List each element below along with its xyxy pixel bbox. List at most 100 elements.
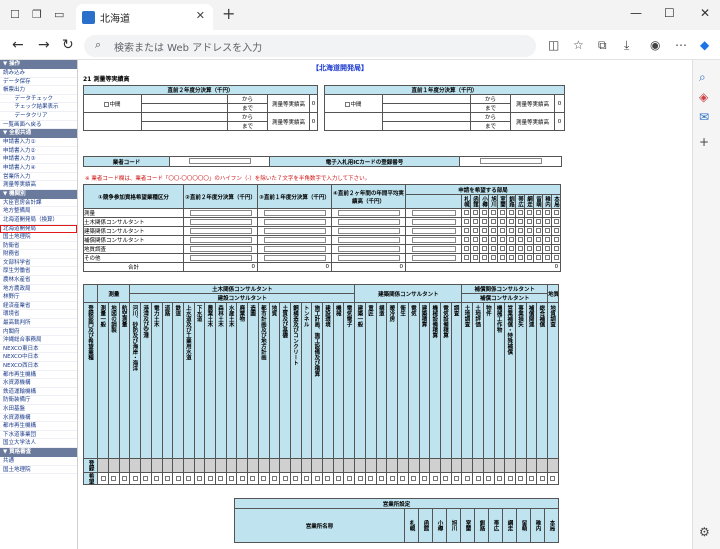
collections-icon[interactable]: ⧉	[598, 38, 607, 53]
license-wish-checkbox[interactable]	[164, 475, 170, 481]
license-wish-checkbox[interactable]	[379, 475, 385, 481]
sidebar-item-agency-25[interactable]: 水田基盤	[0, 405, 77, 414]
sidebar-item-clear[interactable]: データクリア	[0, 112, 77, 121]
amount-input[interactable]	[263, 209, 326, 216]
forward-icon[interactable]: →	[38, 37, 50, 53]
license-wish-checkbox[interactable]	[186, 475, 192, 481]
dept-checkbox[interactable]	[526, 237, 532, 242]
dept-checkbox[interactable]	[490, 219, 496, 224]
dept-checkbox[interactable]	[499, 246, 505, 251]
average-input[interactable]	[411, 227, 456, 234]
license-wish-checkbox[interactable]	[207, 475, 213, 481]
license-wish-checkbox[interactable]	[550, 475, 556, 481]
dept-checkbox[interactable]	[463, 255, 469, 260]
dept-checkbox[interactable]	[553, 237, 559, 242]
license-wish-checkbox[interactable]	[336, 475, 342, 481]
average-input[interactable]	[411, 209, 456, 216]
amount-input[interactable]	[189, 236, 252, 243]
license-wish-checkbox[interactable]	[122, 475, 128, 481]
amount-input[interactable]	[189, 245, 252, 252]
dept-checkbox[interactable]	[544, 219, 550, 224]
license-wish-checkbox[interactable]	[389, 475, 395, 481]
dept-checkbox[interactable]	[481, 246, 487, 251]
sidebar-item-agency-29[interactable]: 国立大学法人	[0, 439, 77, 448]
amount-input[interactable]	[189, 209, 252, 216]
sidebar-item-save[interactable]: データ保存	[0, 78, 77, 87]
dept-checkbox[interactable]	[508, 237, 514, 242]
favorites-icon[interactable]: ☆	[573, 38, 584, 52]
dept-checkbox[interactable]	[463, 246, 469, 251]
ic-card-input[interactable]	[479, 158, 542, 165]
dept-checkbox[interactable]	[463, 228, 469, 233]
license-wish-checkbox[interactable]	[421, 475, 427, 481]
sidebar-item-agency-15[interactable]: 最高裁判所	[0, 319, 77, 328]
dept-checkbox[interactable]	[472, 210, 478, 215]
dept-checkbox[interactable]	[517, 237, 523, 242]
dept-checkbox[interactable]	[508, 255, 514, 260]
dept-checkbox[interactable]	[517, 210, 523, 215]
shopping-icon[interactable]: ◈	[699, 90, 708, 104]
average-input[interactable]	[411, 236, 456, 243]
sidebar-item-agency-12[interactable]: 林野庁	[0, 293, 77, 302]
dept-checkbox[interactable]	[553, 210, 559, 215]
tab-actions-icon[interactable]: ▭	[54, 8, 64, 21]
sidebar-item-print[interactable]: 帳票出力	[0, 86, 77, 95]
sidebar-item-form3[interactable]: 申請書入力③	[0, 155, 77, 164]
sidebar-item-agency-19[interactable]: NEXCO中日本	[0, 353, 77, 362]
license-wish-checkbox[interactable]	[100, 475, 106, 481]
dept-checkbox[interactable]	[508, 219, 514, 224]
dept-checkbox[interactable]	[517, 246, 523, 251]
dept-checkbox[interactable]	[490, 228, 496, 233]
dept-checkbox[interactable]	[535, 246, 541, 251]
dept-checkbox[interactable]	[553, 255, 559, 260]
dept-checkbox[interactable]	[472, 255, 478, 260]
dept-checkbox[interactable]	[544, 210, 550, 215]
browser-tab[interactable]: 北海道 ✕	[76, 4, 213, 30]
dept-checkbox[interactable]	[535, 237, 541, 242]
sidebar-item-agency-9[interactable]: 厚生労働省	[0, 267, 77, 277]
amount-input[interactable]	[337, 236, 400, 243]
license-wish-checkbox[interactable]	[132, 475, 138, 481]
dept-checkbox[interactable]	[481, 228, 487, 233]
license-wish-checkbox[interactable]	[486, 475, 492, 481]
dept-checkbox[interactable]	[481, 255, 487, 260]
license-wish-checkbox[interactable]	[282, 475, 288, 481]
dept-checkbox[interactable]	[526, 255, 532, 260]
sidebar-item-agency-1[interactable]: 大臣官房会計課	[0, 199, 77, 208]
dept-checkbox[interactable]	[535, 228, 541, 233]
sidebar-item-agency-28[interactable]: 下水道事業団	[0, 431, 77, 440]
amount-input[interactable]	[189, 227, 252, 234]
window-close-button[interactable]: ✕	[700, 6, 710, 20]
sidebar-item-form1[interactable]: 申請書入力①	[0, 138, 77, 147]
license-wish-checkbox[interactable]	[261, 475, 267, 481]
sidebar-item-qual-gsi[interactable]: 国土地理院	[0, 466, 77, 475]
sidebar-item-agency-21[interactable]: 都市再生機構	[0, 371, 77, 380]
dept-checkbox[interactable]	[544, 255, 550, 260]
license-wish-checkbox[interactable]	[154, 475, 160, 481]
dept-checkbox[interactable]	[535, 219, 541, 224]
dept-checkbox[interactable]	[490, 237, 496, 242]
license-wish-checkbox[interactable]	[475, 475, 481, 481]
license-wish-checkbox[interactable]	[432, 475, 438, 481]
license-wish-checkbox[interactable]	[454, 475, 460, 481]
dept-checkbox[interactable]	[463, 237, 469, 242]
sidebar-item-form4[interactable]: 申請書入力④	[0, 164, 77, 173]
dept-checkbox[interactable]	[517, 255, 523, 260]
sidebar-item-agency-27[interactable]: 都市再生機構	[0, 422, 77, 431]
dept-checkbox[interactable]	[535, 255, 541, 260]
license-wish-checkbox[interactable]	[314, 475, 320, 481]
dept-checkbox[interactable]	[526, 228, 532, 233]
dept-checkbox[interactable]	[526, 210, 532, 215]
sidebar-item-agency-7[interactable]: 財務省	[0, 250, 77, 259]
sidebar-item-agency-10[interactable]: 農林水産省	[0, 276, 77, 285]
dept-checkbox[interactable]	[508, 246, 514, 251]
license-wish-checkbox[interactable]	[518, 475, 524, 481]
refresh-icon[interactable]: ↻	[62, 37, 74, 53]
sidebar-item-agency-2[interactable]: 地方整備局	[0, 207, 77, 216]
dept-checkbox[interactable]	[544, 228, 550, 233]
amount-input[interactable]	[263, 245, 326, 252]
window-minimize-button[interactable]: —	[630, 6, 642, 20]
license-wish-checkbox[interactable]	[143, 475, 149, 481]
dept-checkbox[interactable]	[472, 228, 478, 233]
search-pane-icon[interactable]: ⌕	[699, 70, 706, 85]
